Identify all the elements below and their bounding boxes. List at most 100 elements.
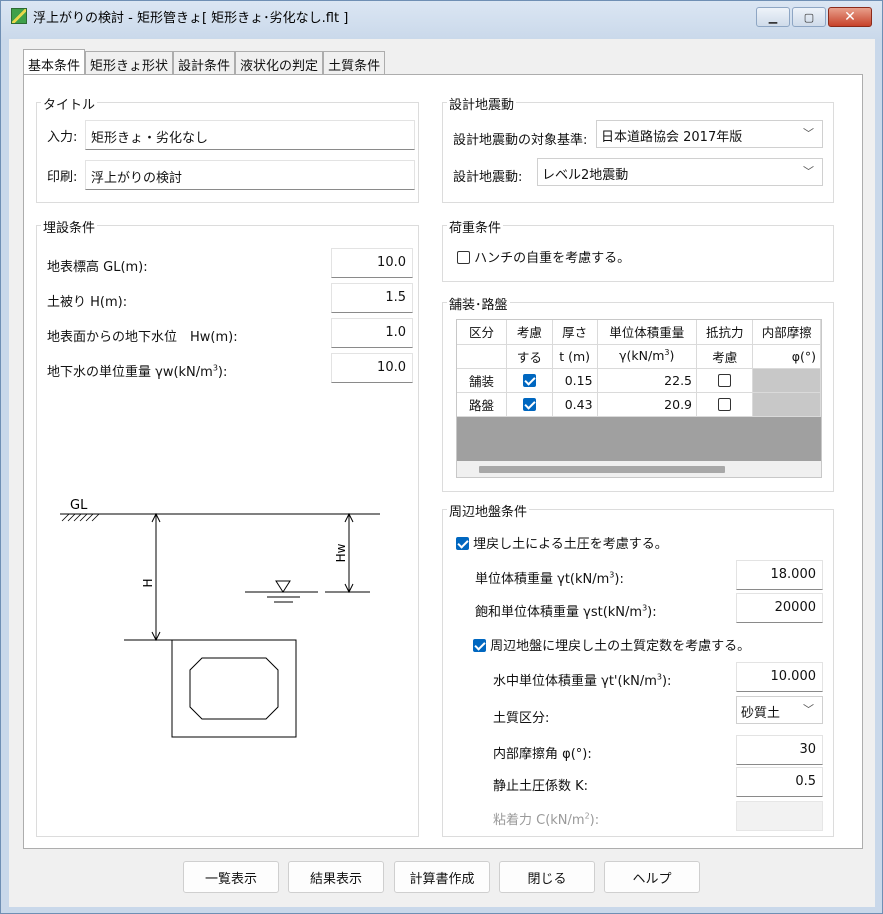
minimize-icon: ▁ — [768, 10, 778, 24]
load-group: 荷重条件 ハンチの自重を考慮する。 — [442, 217, 834, 282]
input-title-label: 入力: — [47, 130, 78, 145]
surround-group-label: 周辺地盤条件 — [447, 501, 530, 520]
seismic-motion-select[interactable]: レベル2地震動 ﹀ — [537, 158, 823, 186]
pavement-consider-checkbox[interactable] — [522, 373, 536, 387]
grid-header: 考慮 — [506, 320, 553, 345]
close-button[interactable]: ✕ — [828, 7, 872, 27]
client-area: 基本条件 矩形きょ形状 設計条件 液状化の判定 土質条件 タイトル 入力: 矩形… — [9, 39, 875, 907]
hw-text: Hw — [334, 543, 348, 562]
seismic-standard-select[interactable]: 日本道路協会 2017年版 ﹀ — [596, 120, 823, 148]
grid-header: t (m) — [552, 344, 598, 369]
row-unitweight[interactable]: 20.9 — [597, 392, 698, 417]
k-field[interactable]: 0.5 — [736, 767, 823, 797]
pavement-grid[interactable]: 区分 考慮 厚さ 単位体積重量 抵抗力 内部摩擦 する t (m) γ(kN/m… — [456, 319, 822, 478]
gt-label: 単位体積重量 γt(kN/m3): — [475, 570, 624, 587]
gt2-field[interactable]: 10.000 — [736, 662, 823, 692]
pavement-table: 区分 考慮 厚さ 単位体積重量 抵抗力 内部摩擦 する t (m) γ(kN/m… — [457, 320, 821, 417]
cohesion-field[interactable] — [736, 801, 823, 831]
print-title-field[interactable]: 浮上がりの検討 — [85, 160, 415, 190]
result-view-button[interactable]: 結果表示 — [288, 861, 384, 893]
table-row[interactable]: 路盤 0.43 20.9 — [457, 392, 821, 417]
window-title: 浮上がりの検討 - 矩形管きょ[ 矩形きょ･劣化なし.flt ] — [33, 10, 349, 26]
cohesion-label: 粘着力 C(kN/m2): — [493, 811, 600, 828]
base-consider-checkbox[interactable] — [522, 397, 536, 411]
grid-header: 内部摩擦 — [752, 320, 821, 345]
tab-basic[interactable]: 基本条件 — [23, 49, 86, 74]
row-friction — [752, 368, 821, 393]
table-row[interactable]: 舗装 0.15 22.5 — [457, 368, 821, 393]
soiltype-select[interactable]: 砂質土 ﹀ — [736, 696, 823, 724]
soilconst-checkbox[interactable] — [473, 639, 486, 652]
grid-header: 区分 — [457, 320, 508, 345]
tab-soil[interactable]: 土質条件 — [323, 51, 386, 74]
phi-field[interactable]: 30 — [736, 735, 823, 765]
horizontal-scrollbar[interactable] — [457, 461, 821, 477]
tab-strip: 基本条件 矩形きょ形状 設計条件 液状化の判定 土質条件 — [23, 49, 386, 74]
chevron-down-icon: ﹀ — [803, 703, 814, 716]
maximize-button[interactable]: ▢ — [792, 7, 826, 27]
title-bar[interactable]: 浮上がりの検討 - 矩形管きょ[ 矩形きょ･劣化なし.flt ] ▁ ▢ ✕ — [1, 1, 882, 31]
tab-liquefaction[interactable]: 液状化の判定 — [235, 51, 324, 74]
row-thickness[interactable]: 0.15 — [552, 368, 598, 393]
seismic-motion-value: レベル2地震動 — [542, 168, 629, 183]
seismic-standard-value: 日本道路協会 2017年版 — [601, 130, 743, 145]
row-thickness[interactable]: 0.43 — [552, 392, 598, 417]
dialog-window: 浮上がりの検討 - 矩形管きょ[ 矩形きょ･劣化なし.flt ] ▁ ▢ ✕ 基… — [0, 0, 883, 914]
grid-header: γ(kN/m3) — [597, 344, 698, 369]
gt-field[interactable]: 18.000 — [736, 560, 823, 590]
tab-design[interactable]: 設計条件 — [173, 51, 236, 74]
title-group: タイトル 入力: 矩形きょ・劣化なし 印刷: 浮上がりの検討 — [36, 94, 419, 203]
k-label: 静止土圧係数 K: — [493, 779, 589, 794]
water-unitweight-label: 地下水の単位重量 γw(kN/m3): — [47, 363, 228, 380]
soilconst-checkbox-row[interactable]: 周辺地盤に埋戻し土の土質定数を考慮する。 — [473, 635, 750, 654]
cover-label: 土被り H(m): — [47, 295, 128, 310]
grid-header: する — [506, 344, 553, 369]
minimize-button[interactable]: ▁ — [756, 7, 790, 27]
haunch-checkbox-row[interactable]: ハンチの自重を考慮する。 — [457, 247, 630, 266]
phi-label: 内部摩擦角 φ(°): — [493, 747, 592, 762]
soilconst-label: 周辺地盤に埋戻し土の土質定数を考慮する。 — [490, 639, 751, 654]
haunch-checkbox[interactable] — [457, 251, 470, 264]
load-group-label: 荷重条件 — [447, 217, 504, 236]
pavement-group-label: 舗装･路盤 — [447, 294, 510, 313]
row-unitweight[interactable]: 22.5 — [597, 368, 698, 393]
pavement-resist-checkbox[interactable] — [718, 373, 732, 387]
backfill-label: 埋戻し土による土圧を考慮する。 — [473, 537, 668, 552]
haunch-label: ハンチの自重を考慮する。 — [474, 251, 631, 266]
h-text: H — [141, 578, 155, 587]
gl-text: GL — [70, 498, 88, 513]
groundwater-label: 地表面からの地下水位 Hw(m): — [47, 330, 238, 345]
groundwater-field[interactable]: 1.0 — [331, 318, 413, 348]
water-unitweight-field[interactable]: 10.0 — [331, 353, 413, 383]
soiltype-value: 砂質土 — [741, 706, 781, 721]
close-dialog-button[interactable]: 閉じる — [499, 861, 595, 893]
gst-field[interactable]: 20000 — [736, 593, 823, 623]
list-view-button[interactable]: 一覧表示 — [183, 861, 279, 893]
help-button[interactable]: ヘルプ — [604, 861, 700, 893]
cover-field[interactable]: 1.5 — [331, 283, 413, 313]
title-group-label: タイトル — [41, 94, 98, 113]
chevron-down-icon: ﹀ — [803, 127, 814, 140]
maximize-icon: ▢ — [803, 10, 815, 24]
scrollbar-thumb[interactable] — [479, 466, 725, 473]
gl-field[interactable]: 10.0 — [331, 248, 413, 278]
pavement-group: 舗装･路盤 区分 考慮 厚さ 単位体積重量 抵抗力 内部摩擦 する t (m) … — [442, 294, 834, 492]
backfill-checkbox[interactable] — [456, 537, 469, 550]
burial-diagram: GL H Hw — [60, 405, 380, 811]
grid-header: 厚さ — [552, 320, 598, 345]
print-title-label: 印刷: — [47, 170, 78, 185]
seismic-group: 設計地震動 設計地震動の対象基準: 日本道路協会 2017年版 ﹀ 設計地震動:… — [442, 94, 834, 203]
create-report-button[interactable]: 計算書作成 — [394, 861, 490, 893]
grid-header — [457, 344, 508, 369]
gt2-label: 水中単位体積重量 γt'(kN/m3): — [493, 672, 672, 689]
base-resist-checkbox[interactable] — [718, 397, 732, 411]
grid-header: 抵抗力 — [696, 320, 754, 345]
seismic-standard-label: 設計地震動の対象基準: — [453, 133, 588, 148]
tab-shape[interactable]: 矩形きょ形状 — [85, 51, 174, 74]
row-friction — [752, 392, 821, 417]
gst-label: 飽和単位体積重量 γst(kN/m3): — [475, 603, 657, 620]
backfill-checkbox-row[interactable]: 埋戻し土による土圧を考慮する。 — [456, 533, 668, 552]
input-title-field[interactable]: 矩形きょ・劣化なし — [85, 120, 415, 150]
close-icon: ✕ — [844, 9, 856, 25]
soiltype-label: 土質区分: — [493, 711, 550, 726]
